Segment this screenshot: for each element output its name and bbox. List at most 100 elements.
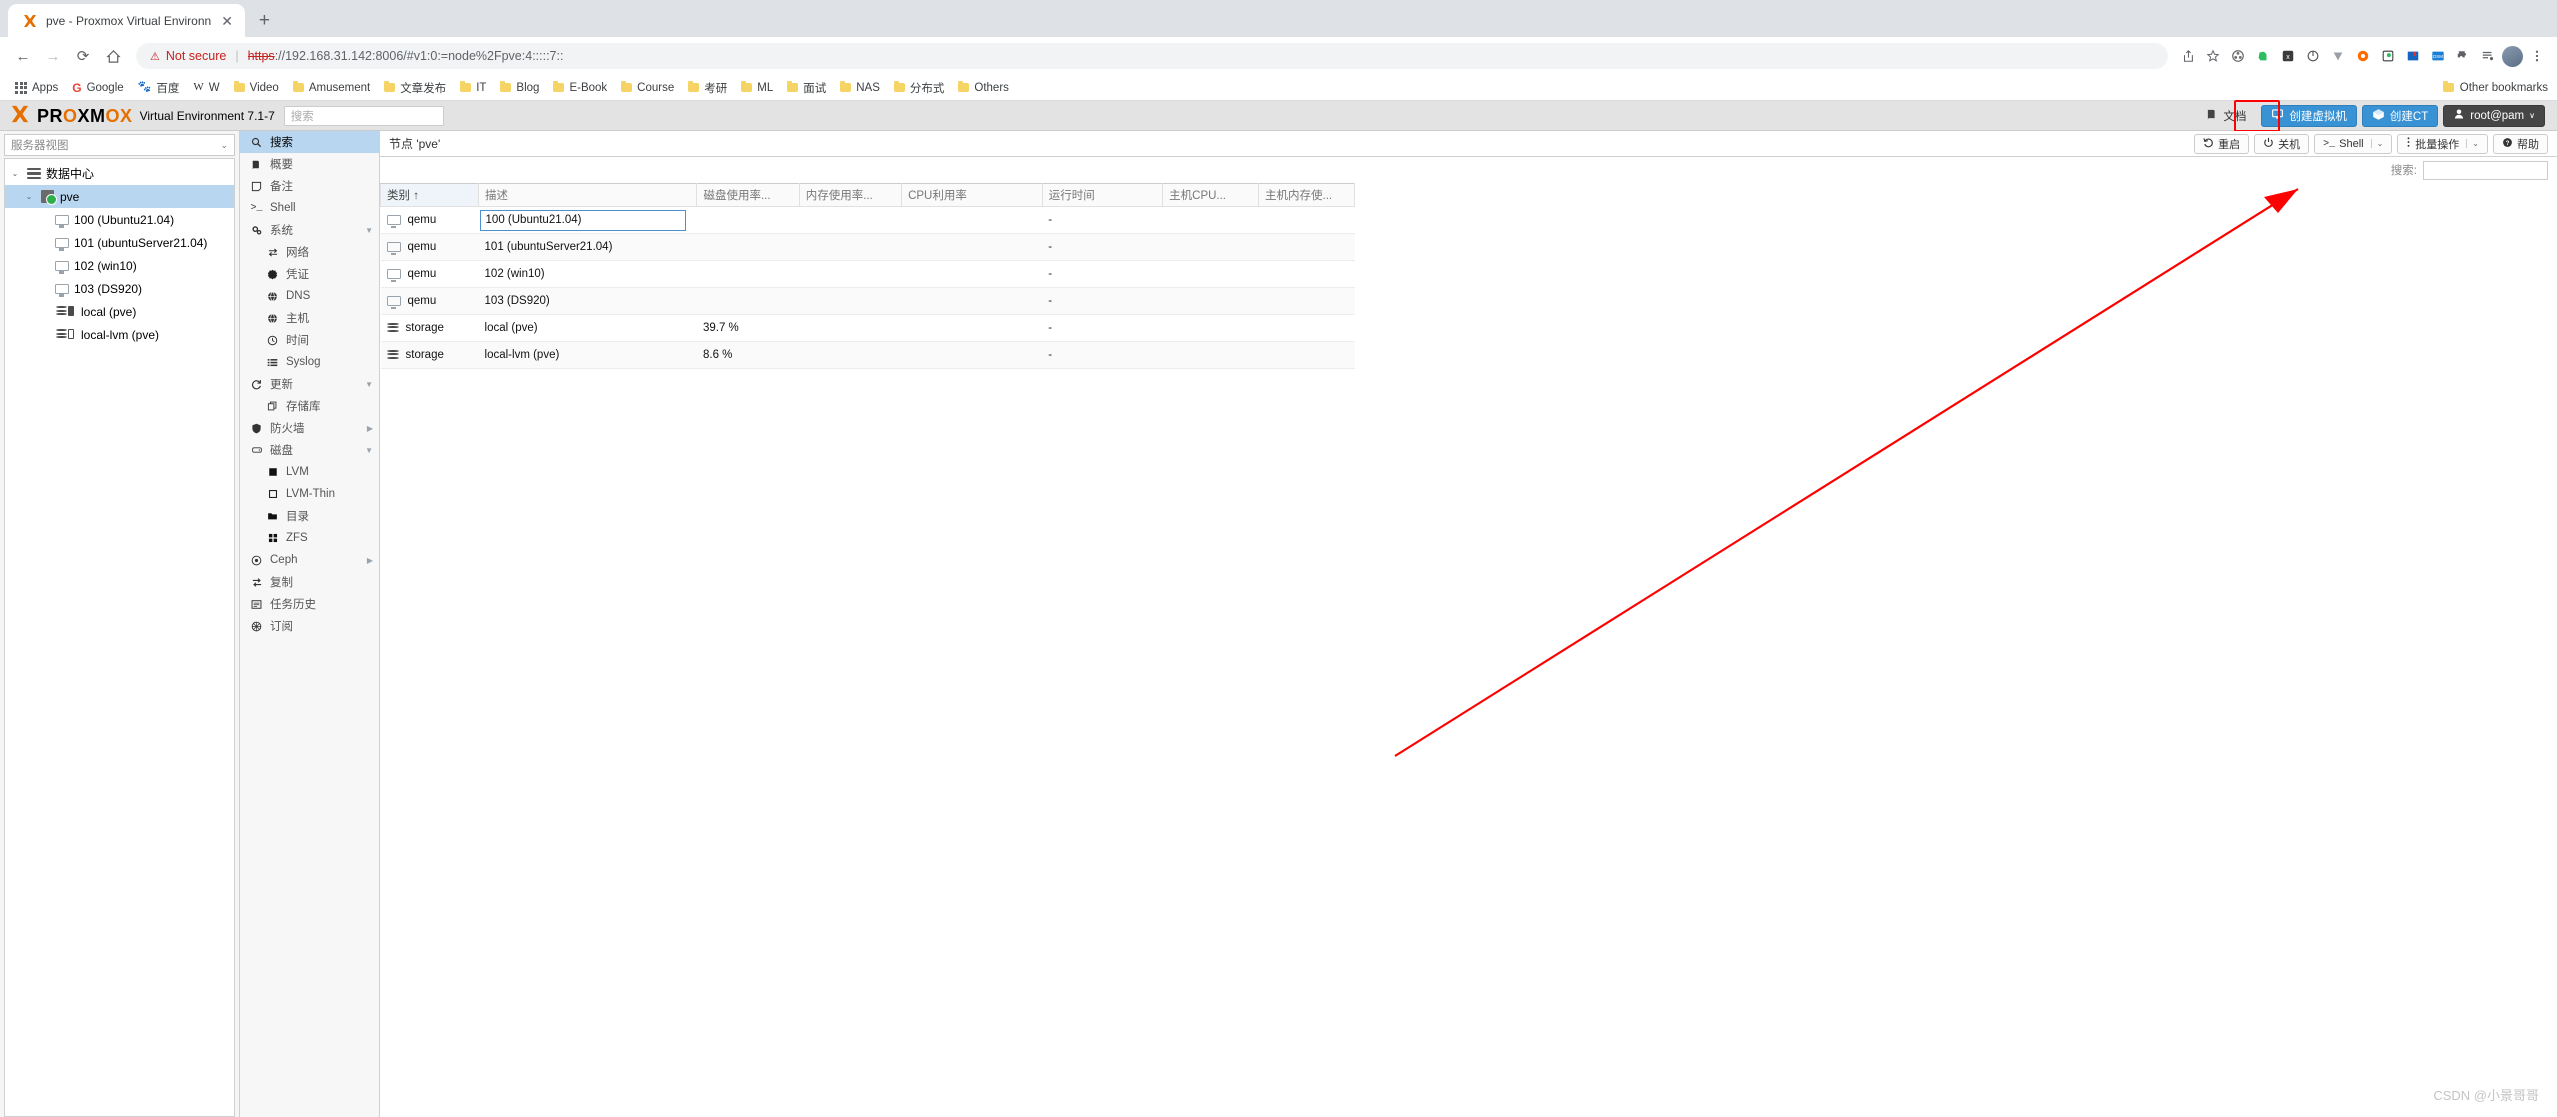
toolbar-button-[interactable]: 重启 [2194,133,2250,154]
node-menu-item-[interactable]: 凭证 [240,263,379,285]
bookmark--[interactable]: 分布式 [888,77,951,99]
node-menu-item-lvm-thin[interactable]: LVM-Thin [240,483,379,505]
reading-list-icon[interactable] [2477,45,2499,67]
node-menu-item-[interactable]: 主机 [240,307,379,329]
color-wheel-icon[interactable] [2352,45,2374,67]
chevron-right-icon[interactable]: ▶ [367,556,373,565]
bookmark-ml[interactable]: ML [735,79,779,97]
sync-icon[interactable] [2302,45,2324,67]
node-menu-item-[interactable]: 网络 [240,241,379,263]
node-menu-item-[interactable]: 订阅 [240,615,379,637]
grid-column-header-5[interactable]: 运行时间 [1041,183,1164,207]
chevron-right-icon[interactable]: ▶ [367,424,373,433]
node-menu-item-[interactable]: 复制 [240,571,379,593]
grid-column-header-3[interactable]: 内存使用率... [798,183,903,207]
toolbar-button-[interactable]: 关机 [2254,133,2310,154]
create-ct-button[interactable]: 创建CT [2361,104,2439,127]
toolbar-button-[interactable]: ? 帮助 [2493,133,2548,154]
table-row[interactable]: qemu 100 (Ubuntu21.04) - [380,206,1355,234]
bookmark-star-icon[interactable] [2202,45,2224,67]
bookmark-course[interactable]: Course [615,79,680,97]
chevron-down-icon[interactable]: ▼ [365,380,373,389]
image-search-icon[interactable] [2377,45,2399,67]
grid-column-header-2[interactable]: 磁盘使用率... [696,183,800,207]
grid-column-header-1[interactable]: 描述 [478,183,698,207]
node-menu-item-[interactable]: 磁盘 ▼ [240,439,379,461]
toolbar-button-[interactable]: 批量操作 ⌄ [2397,133,2488,154]
cell-description-focused[interactable]: 100 (Ubuntu21.04) [479,209,686,231]
grid-column-header-7[interactable]: 主机内存使... [1258,183,1355,207]
share-icon[interactable] [2177,45,2199,67]
table-row[interactable]: qemu 102 (win10) - [380,260,1355,288]
node-menu-item-[interactable]: 任务历史 [240,593,379,615]
tree-item-101[interactable]: 101 (ubuntuServer21.04) [5,231,234,254]
user-menu-button[interactable]: root@pam ∨ [2443,104,2545,127]
node-menu-item-lvm[interactable]: LVM [240,461,379,483]
node-menu-item-ceph[interactable]: Ceph ▶ [240,549,379,571]
tree-item-local[interactable]: local (pve) [5,300,234,323]
node-menu-item-zfs[interactable]: ZFS [240,527,379,549]
puzzle-extension-icon[interactable] [2452,45,2474,67]
chevron-down-icon[interactable]: ▼ [365,446,373,455]
node-menu-item-[interactable]: 时间 [240,329,379,351]
bookmark-blog[interactable]: Blog [494,79,545,97]
proxmox-logo[interactable]: PROXMOX [5,104,133,128]
address-bar[interactable]: ⚠ Not secure | https://192.168.31.142:80… [136,43,2168,69]
new-tab-button[interactable]: + [259,10,270,37]
dsm-icon[interactable]: DSM [2427,45,2449,67]
profile-avatar-icon[interactable] [2502,45,2523,67]
bookmark-others[interactable]: Others [952,79,1015,97]
grid-column-header-4[interactable]: CPU利用率 [901,183,1043,207]
tree-item-100[interactable]: 100 (Ubuntu21.04) [5,208,234,231]
grid-column-header-6[interactable]: 主机CPU... [1162,183,1260,207]
evernote-icon[interactable] [2252,45,2274,67]
filter-input[interactable] [2423,160,2548,180]
table-row[interactable]: qemu 103 (DS920) - [380,287,1355,315]
bookmark-video[interactable]: Video [228,79,285,97]
docs-button[interactable]: 文档 [2196,105,2256,127]
node-menu-item-[interactable]: 系统 ▼ [240,219,379,241]
other-bookmarks-button[interactable]: Other bookmarks [2442,80,2548,94]
bookmark-google[interactable]: G Google [66,79,129,97]
node-menu-item-[interactable]: 防火墙 ▶ [240,417,379,439]
bookmark--[interactable]: 考研 [682,77,733,99]
tree-item-pve[interactable]: ⌄ pve [5,185,234,208]
node-menu-item-[interactable]: 概要 [240,153,379,175]
browser-tab[interactable]: pve - Proxmox Virtual Environn ✕ [8,4,245,37]
tree-item-local-lvm[interactable]: local-lvm (pve) [5,323,234,346]
node-menu-item-[interactable]: 目录 [240,505,379,527]
node-menu-item-[interactable]: 备注 [240,175,379,197]
bookmark--[interactable]: 文章发布 [378,77,452,99]
tab-close-icon[interactable]: ✕ [219,14,235,28]
forward-icon[interactable]: → [39,42,67,70]
node-menu-item-dns[interactable]: DNS [240,285,379,307]
bookmark-nas[interactable]: NAS [834,79,886,97]
grid-column-header-0[interactable]: 类别 ↑ [380,183,480,207]
three-dot-menu-icon[interactable] [2526,45,2548,67]
view-selector-dropdown[interactable]: 服务器视图 ⌄ [4,134,235,156]
bookmark-amusement[interactable]: Amusement [287,79,376,97]
bookmark-e-book[interactable]: E-Book [547,79,613,97]
node-menu-item-syslog[interactable]: Syslog [240,351,379,373]
film-reel-icon[interactable] [2227,45,2249,67]
reload-icon[interactable]: ⟳ [69,42,97,70]
tree-item-[interactable]: ⌄ 数据中心 [5,162,234,185]
bookmark-w[interactable]: WW [187,79,225,97]
bookmark-apps[interactable]: Apps [9,79,64,97]
chevron-down-icon[interactable]: ⌄ [2466,139,2479,148]
toolbar-button-shell[interactable]: >_ Shell ⌄ [2314,133,2393,154]
tree-item-103[interactable]: 103 (DS920) [5,277,234,300]
table-row[interactable]: qemu 101 (ubuntuServer21.04) - [380,233,1355,261]
chevron-down-icon[interactable]: ⌄ [2370,139,2383,148]
node-menu-item-[interactable]: 存储库 [240,395,379,417]
chevron-down-icon[interactable]: ▼ [365,226,373,235]
tree-expand-icon[interactable]: ⌄ [9,169,21,178]
bookmark--[interactable]: 🐾 百度 [132,77,186,99]
node-menu-item-shell[interactable]: >_ Shell [240,197,379,219]
table-row[interactable]: storage local-lvm (pve) 8.6 % - [380,341,1355,369]
back-icon[interactable]: ← [9,42,37,70]
home-icon[interactable] [99,42,127,70]
create-vm-button[interactable]: 创建虚拟机 [2261,104,2357,127]
node-menu-item-[interactable]: 搜索 [240,131,379,153]
node-menu-item-[interactable]: 更新 ▼ [240,373,379,395]
